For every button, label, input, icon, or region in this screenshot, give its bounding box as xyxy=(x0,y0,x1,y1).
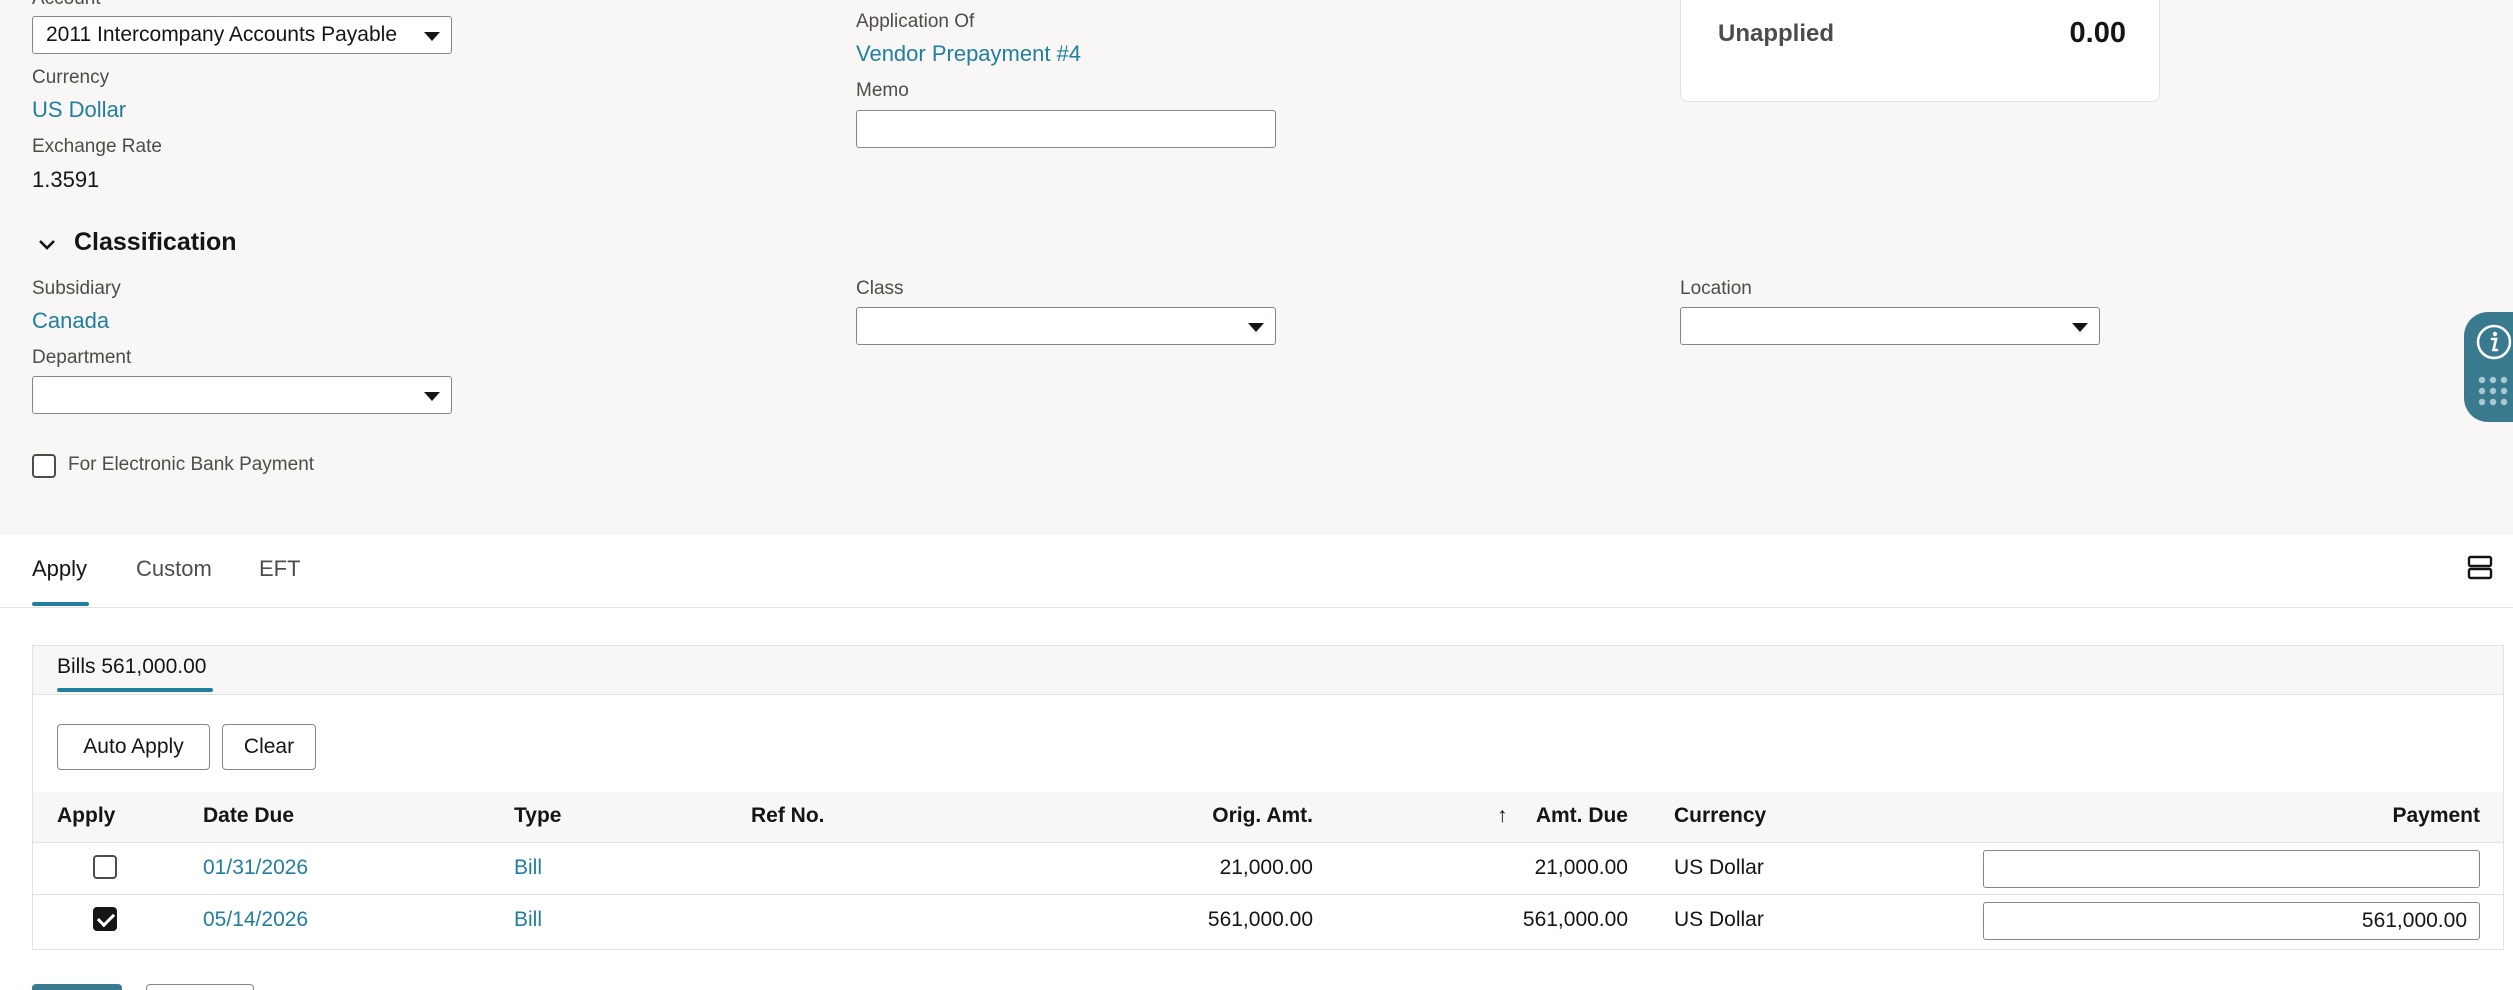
application-of-label: Application Of xyxy=(856,11,975,32)
col-apply: Apply xyxy=(57,804,116,827)
department-select[interactable] xyxy=(32,376,452,414)
bills-subtab-underline xyxy=(57,688,213,692)
tabs-divider xyxy=(0,607,2513,608)
location-select[interactable] xyxy=(1680,307,2100,345)
account-select[interactable]: 2011 Intercompany Accounts Payable xyxy=(32,16,452,54)
side-widget[interactable] xyxy=(2464,312,2513,422)
col-payment[interactable]: Payment xyxy=(2280,804,2480,828)
row-amt-due: 561,000.00 xyxy=(1522,908,1628,931)
row-amt-due: 21,000.00 xyxy=(1534,856,1628,879)
col-orig-amt[interactable]: Orig. Amt. xyxy=(1113,804,1313,828)
account-value: 2011 Intercompany Accounts Payable xyxy=(46,23,398,46)
info-icon[interactable] xyxy=(2474,322,2513,362)
memo-input[interactable] xyxy=(856,110,1276,148)
subsidiary-label: Subsidiary xyxy=(32,278,121,299)
row-orig-amt: 21,000.00 xyxy=(1219,856,1313,879)
bottom-primary-button[interactable] xyxy=(32,984,122,990)
view-toggle-icon[interactable] xyxy=(2466,554,2494,582)
row-payment-input[interactable] xyxy=(1983,850,2480,888)
row-divider xyxy=(32,894,2504,895)
class-select[interactable] xyxy=(856,307,1276,345)
tab-eft[interactable]: EFT xyxy=(259,556,301,582)
col-amt-due[interactable]: Amt. Due xyxy=(1428,804,1628,828)
header-divider xyxy=(32,842,2504,843)
bottom-secondary-button[interactable] xyxy=(146,984,254,990)
application-of-link[interactable]: Vendor Prepayment #4 xyxy=(856,41,1081,67)
exchange-rate-label: Exchange Rate xyxy=(32,136,162,157)
row-type[interactable]: Bill xyxy=(514,908,542,932)
col-ref-no[interactable]: Ref No. xyxy=(751,804,825,828)
row-type[interactable]: Bill xyxy=(514,856,542,880)
row-date-due[interactable]: 01/31/2026 xyxy=(203,856,308,880)
dropdown-caret-icon xyxy=(424,392,440,401)
bills-subtab-header xyxy=(33,646,2503,695)
electronic-payment-checkbox[interactable] xyxy=(32,454,56,478)
auto-apply-button[interactable]: Auto Apply xyxy=(57,724,210,770)
tab-custom[interactable]: Custom xyxy=(136,556,212,582)
row-currency: US Dollar xyxy=(1674,908,1764,931)
memo-label: Memo xyxy=(856,80,909,101)
unapplied-value: 0.00 xyxy=(2069,17,2126,49)
currency-label: Currency xyxy=(32,67,110,88)
row-apply-checkbox[interactable] xyxy=(93,855,117,879)
col-date-due[interactable]: Date Due xyxy=(203,804,294,828)
row-orig-amt: 561,000.00 xyxy=(1207,908,1313,931)
apps-grid-icon[interactable] xyxy=(2474,374,2513,410)
dropdown-caret-icon xyxy=(1248,323,1264,332)
tab-apply[interactable]: Apply xyxy=(32,556,87,582)
tab-apply-underline xyxy=(32,602,89,606)
col-type[interactable]: Type xyxy=(514,804,561,828)
account-label: Account xyxy=(32,0,101,10)
summary-card: Unapplied 0.00 xyxy=(1680,0,2160,102)
bills-subtab[interactable]: Bills 561,000.00 xyxy=(57,655,206,679)
currency-link[interactable]: US Dollar xyxy=(32,97,126,123)
row-payment-input[interactable]: 561,000.00 xyxy=(1983,902,2480,940)
electronic-payment-label: For Electronic Bank Payment xyxy=(68,454,315,475)
unapplied-label: Unapplied xyxy=(1718,20,1835,47)
subsidiary-link[interactable]: Canada xyxy=(32,308,109,334)
exchange-rate-value: 1.3591 xyxy=(32,167,100,192)
chevron-down-icon xyxy=(39,240,55,250)
col-currency[interactable]: Currency xyxy=(1674,804,1766,828)
dropdown-caret-icon xyxy=(2072,323,2088,332)
clear-button[interactable]: Clear xyxy=(222,724,316,770)
class-label: Class xyxy=(856,278,904,299)
row-date-due[interactable]: 05/14/2026 xyxy=(203,908,308,932)
row-currency: US Dollar xyxy=(1674,856,1764,879)
row-apply-checkbox[interactable] xyxy=(93,907,117,931)
classification-title: Classification xyxy=(74,228,237,256)
dropdown-caret-icon xyxy=(424,32,440,41)
location-label: Location xyxy=(1680,278,1752,299)
department-label: Department xyxy=(32,347,132,368)
